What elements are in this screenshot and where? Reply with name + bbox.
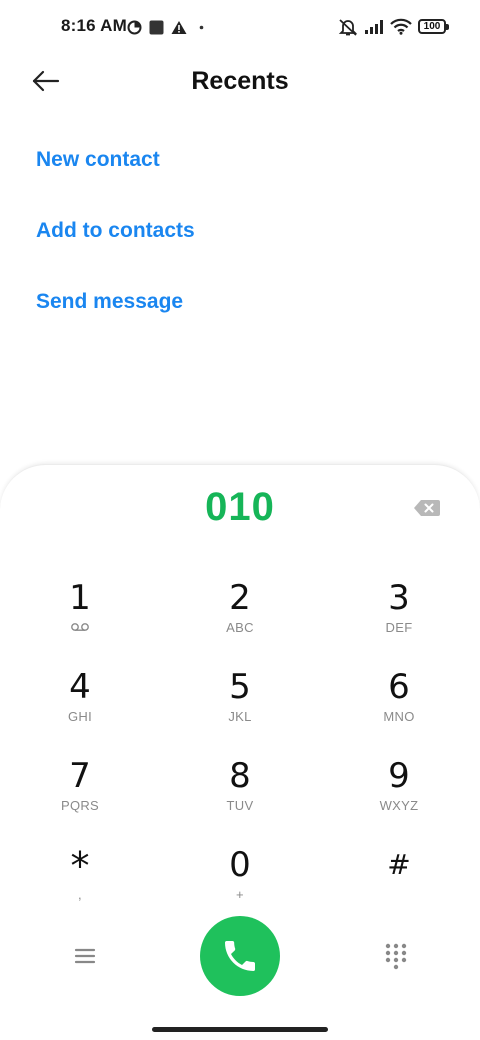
keypad-toggle-button[interactable] [383, 942, 409, 970]
new-contact-button[interactable]: New contact [36, 146, 160, 174]
phone-icon [225, 941, 255, 971]
key-digit: 0 [229, 845, 251, 885]
ringer-off-icon [338, 19, 358, 36]
key-digit: 3 [388, 578, 410, 618]
key-digit: 5 [229, 667, 251, 707]
add-to-contacts-button[interactable]: Add to contacts [36, 217, 195, 245]
back-button[interactable] [30, 64, 64, 98]
call-button[interactable] [200, 916, 280, 996]
key-letters: TUV [226, 798, 254, 813]
key-5[interactable]: 5 JKL [180, 667, 300, 745]
battery-icon: 100 [418, 19, 449, 34]
key-letters: PQRS [60, 798, 100, 813]
backspace-icon [414, 500, 440, 516]
send-message-button[interactable]: Send message [36, 288, 183, 316]
home-indicator[interactable] [152, 1027, 328, 1032]
key-1[interactable]: 1 [20, 578, 140, 656]
key-digit: # [387, 848, 411, 881]
phone-screen: 8:16 AM 100 Recents New contact Add to c… [0, 0, 480, 1040]
status-bar: 8:16 AM 100 [0, 0, 480, 56]
key-7[interactable]: 7 PQRS [20, 756, 140, 834]
key-digit: 9 [388, 756, 410, 796]
key-letters: MNO [383, 709, 415, 724]
key-letters: GHI [67, 709, 92, 724]
dialed-number[interactable]: 010 [0, 483, 480, 531]
key-3[interactable]: 3 DEF [339, 578, 459, 656]
status-time: 8:16 AM [61, 16, 127, 35]
key-digit: 4 [69, 667, 91, 707]
key-letters: JKL [228, 709, 252, 724]
key-2[interactable]: 2 ABC [180, 578, 300, 656]
key-digit: 1 [69, 578, 91, 618]
key-9[interactable]: 9 WXYZ [339, 756, 459, 834]
dot-icon [199, 25, 204, 30]
key-digit: 7 [69, 756, 91, 796]
data-saver-icon [127, 20, 142, 35]
key-letters: , [78, 887, 82, 902]
key-4[interactable]: 4 GHI [20, 667, 140, 745]
signal-icon [365, 20, 383, 34]
key-letters: WXYZ [379, 798, 419, 813]
menu-icon [74, 948, 96, 964]
key-digit: 8 [229, 756, 251, 796]
wifi-icon [390, 18, 412, 35]
key-digit: 6 [388, 667, 410, 707]
menu-button[interactable] [72, 943, 98, 969]
page-title: Recents [191, 67, 289, 95]
voicemail-icon [71, 623, 89, 631]
key-letters: + [236, 887, 244, 902]
warning-icon [171, 21, 187, 34]
key-letters: ABC [226, 620, 254, 635]
key-6[interactable]: 6 MNO [339, 667, 459, 745]
backspace-button[interactable] [413, 498, 441, 518]
key-8[interactable]: 8 TUV [180, 756, 300, 834]
key-digit: * [70, 844, 90, 888]
arrow-left-icon [32, 70, 60, 92]
key-hash[interactable]: # [339, 845, 459, 923]
key-0[interactable]: 0 + [180, 845, 300, 923]
stop-icon [149, 20, 164, 35]
key-digit: 2 [229, 578, 251, 618]
key-letters: DEF [385, 620, 413, 635]
dialpad-icon [385, 943, 407, 970]
key-star[interactable]: * , [20, 845, 140, 923]
dialpad-panel: 010 1 2 ABC 3 DEF 4 GHI 5 JKL 6 MNO 7 PQ… [0, 464, 480, 1040]
